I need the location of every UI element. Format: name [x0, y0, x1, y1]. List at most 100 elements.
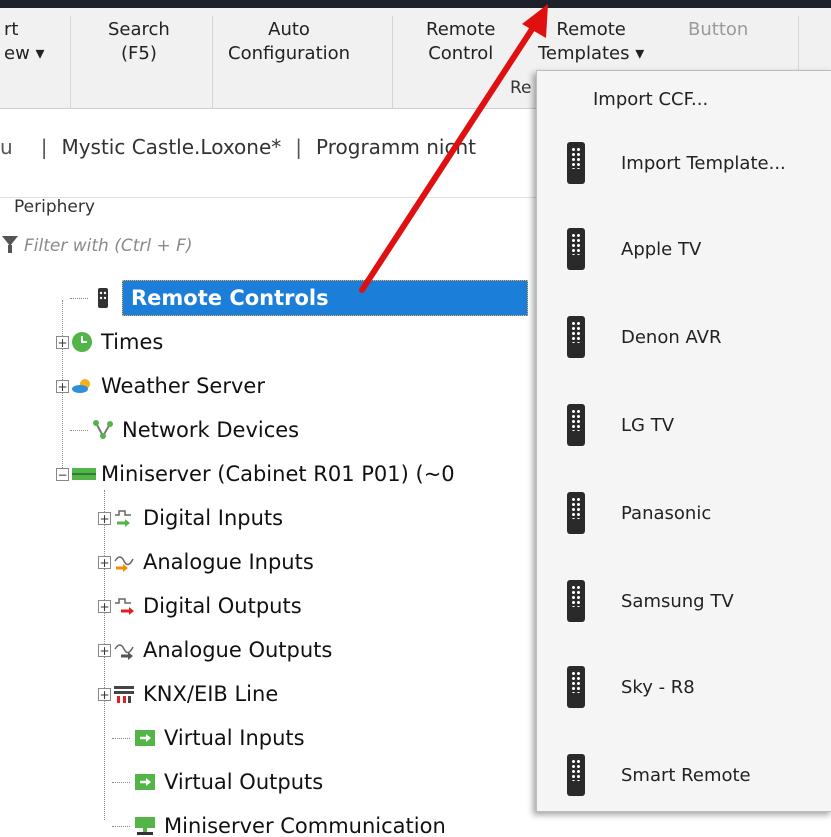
project-name[interactable]: Mystic Castle.Loxone*: [61, 135, 281, 159]
tree-item-virtual-inputs[interactable]: Virtual Inputs: [112, 718, 305, 758]
collapse-icon[interactable]: −: [56, 467, 69, 481]
expand-icon[interactable]: +: [56, 379, 69, 393]
menu-item-panasonic[interactable]: Panasonic: [537, 473, 831, 553]
tree-connector: [112, 781, 130, 783]
auto-configuration-line2: Configuration: [228, 43, 351, 64]
remote-control-icon: [567, 580, 585, 622]
menu-item-label: Apple TV: [621, 238, 702, 260]
menu-item-label: Sky - R8: [621, 676, 695, 698]
periphery-header: Periphery: [14, 197, 95, 217]
tree-item-label: Weather Server: [101, 374, 265, 398]
tree-item-miniserver-communication[interactable]: Miniserver Communication: [112, 806, 446, 837]
tree-item-virtual-outputs[interactable]: Virtual Outputs: [112, 762, 323, 802]
tree-item-remote-controls[interactable]: Remote Controls: [70, 278, 528, 318]
remote-control-icon: [92, 287, 114, 309]
remote-control-icon: [567, 228, 585, 270]
status-text: Programm nicht: [316, 135, 476, 159]
tree-item-label: Analogue Outputs: [143, 638, 333, 662]
breadcrumb-separator: |: [40, 135, 48, 159]
remote-control-line2: Control: [428, 43, 494, 64]
digital-inputs-icon: [113, 507, 135, 529]
view-button-line2: ew ▾: [4, 43, 45, 64]
filter-icon: [2, 236, 18, 253]
remote-control-icon: [567, 492, 585, 534]
ribbon-separator: [392, 16, 393, 108]
search-button-line1: Search: [108, 19, 170, 40]
app-window: rt ew ▾ Search (F5) Auto Configuration R…: [0, 0, 831, 837]
button-button-label: Button: [688, 19, 749, 40]
auto-configuration-button[interactable]: Auto Configuration: [228, 18, 350, 66]
expand-icon[interactable]: +: [98, 643, 111, 657]
menu-item-import-template[interactable]: Import Template...: [537, 123, 831, 203]
breadcrumb-separator: |: [295, 135, 303, 159]
view-button[interactable]: rt ew ▾: [4, 18, 45, 66]
network-icon: [92, 419, 114, 441]
remote-control-button[interactable]: Remote Control: [426, 18, 495, 66]
title-strip: [0, 0, 831, 8]
document-bar: u | Mystic Castle.Loxone* | Programm nicht: [0, 109, 540, 198]
menu-item-label: LG TV: [621, 414, 675, 436]
analogue-inputs-icon: [113, 551, 135, 573]
search-button[interactable]: Search (F5): [108, 18, 170, 66]
digital-outputs-icon: [113, 595, 135, 617]
expand-icon[interactable]: +: [98, 555, 111, 569]
virtual-outputs-icon: [134, 771, 156, 793]
remote-templates-button[interactable]: Remote Templates ▾: [538, 18, 644, 66]
menu-item-smart-remote[interactable]: Smart Remote: [537, 735, 831, 815]
view-button-line1: rt: [4, 19, 19, 40]
filter-input[interactable]: [22, 232, 526, 260]
ribbon-separator: [70, 16, 71, 108]
tree-item-knx-eib-line[interactable]: + KNX/EIB Line: [98, 674, 278, 714]
breadcrumb: u | Mystic Castle.Loxone* | Programm nicht: [0, 135, 476, 159]
tree-item-label: Miniserver (Cabinet R01 P01) (~0: [101, 462, 455, 486]
expand-icon[interactable]: +: [98, 687, 111, 701]
menu-item-label: Denon AVR: [621, 326, 722, 348]
tree-connector: [112, 825, 130, 827]
tree-connector: [70, 429, 88, 431]
menu-item-import-ccf[interactable]: Import CCF...: [593, 89, 708, 110]
expand-icon[interactable]: +: [56, 335, 69, 349]
breadcrumb-separator: u: [0, 135, 13, 159]
remote-control-icon: [567, 142, 585, 184]
tree-item-label: Times: [101, 330, 164, 354]
miniserver-icon: [71, 463, 96, 485]
menu-item-denon-avr[interactable]: Denon AVR: [537, 297, 831, 377]
analogue-outputs-icon: [113, 639, 135, 661]
tree-item-analogue-outputs[interactable]: + Analogue Outputs: [98, 630, 332, 670]
tree-item-digital-outputs[interactable]: + Digital Outputs: [98, 586, 302, 626]
search-button-line2: (F5): [120, 43, 157, 64]
remote-templates-line2: Templates ▾: [538, 43, 645, 64]
menu-item-label: Samsung TV: [621, 590, 734, 612]
tree-item-digital-inputs[interactable]: + Digital Inputs: [98, 498, 283, 538]
tree-item-label: Analogue Inputs: [143, 550, 314, 574]
ribbon-separator: [212, 16, 213, 108]
tree-item-analogue-inputs[interactable]: + Analogue Inputs: [98, 542, 314, 582]
remote-control-icon: [567, 754, 585, 796]
tree-item-label: Digital Inputs: [143, 506, 284, 530]
remote-control-icon: [567, 666, 585, 708]
tree-item-times[interactable]: + Times: [56, 322, 163, 362]
clock-icon: [71, 331, 93, 353]
tree-item-network-devices[interactable]: Network Devices: [70, 410, 299, 450]
menu-item-sky-r8[interactable]: Sky - R8: [537, 647, 831, 727]
menu-item-lg-tv[interactable]: LG TV: [537, 385, 831, 465]
menu-item-label: Import Template...: [621, 152, 786, 174]
tree-item-label: Miniserver Communication: [164, 814, 446, 837]
virtual-inputs-icon: [134, 727, 156, 749]
expand-icon[interactable]: +: [98, 599, 111, 613]
button-button[interactable]: Button: [688, 18, 748, 42]
ribbon-group-label: Re: [510, 78, 532, 98]
tree-item-label: Remote Controls: [122, 280, 528, 316]
remote-templates-line1: Remote: [556, 19, 626, 40]
remote-control-line1: Remote: [426, 19, 496, 40]
menu-item-samsung-tv[interactable]: Samsung TV: [537, 561, 831, 641]
tree-connector: [112, 737, 130, 739]
tree-item-label: Virtual Outputs: [164, 770, 324, 794]
tree-item-label: KNX/EIB Line: [143, 682, 279, 706]
expand-icon[interactable]: +: [98, 511, 111, 525]
tree-item-miniserver[interactable]: − Miniserver (Cabinet R01 P01) (~0: [56, 454, 455, 494]
tree-item-weather-server[interactable]: + Weather Server: [56, 366, 265, 406]
menu-item-label: Smart Remote: [621, 764, 751, 786]
menu-item-apple-tv[interactable]: Apple TV: [537, 209, 831, 289]
weather-icon: [71, 375, 93, 397]
